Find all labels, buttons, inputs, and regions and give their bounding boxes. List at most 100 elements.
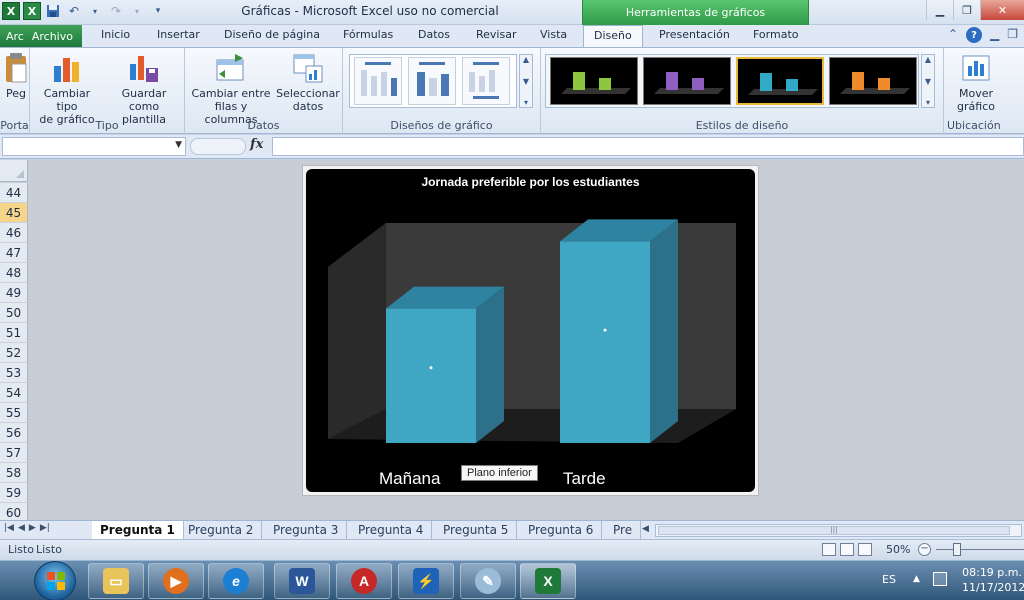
minimize-ribbon-icon[interactable]: ⌃ [948,27,958,43]
first-sheet-icon[interactable]: |◀ [4,523,14,533]
zoom-slider-track[interactable] [936,549,1024,550]
tab-diseno[interactable]: Diseño [583,25,643,48]
styles-up-icon[interactable]: ▲ [925,55,931,64]
chart-style-4[interactable] [829,57,917,105]
row-header[interactable]: 46 [0,223,28,243]
chart-styles-scroll[interactable]: ▲ ▼ ▾ [921,54,935,108]
chart-layout-3[interactable] [462,57,510,105]
row-header[interactable]: 59 [0,483,28,503]
tab-datos[interactable]: Datos [418,28,450,41]
close-button[interactable]: ✕ [980,0,1024,20]
save-as-template-button[interactable]: Guardar como plantilla [106,52,182,126]
page-layout-view-icon[interactable] [840,543,854,556]
taskbar-word[interactable]: W [274,563,330,599]
styles-down-icon[interactable]: ▼ [925,77,931,86]
taskbar-excel[interactable]: X [520,563,576,599]
system-clock[interactable]: 08:19 p.m. 11/17/2012 [962,565,1024,595]
row-header[interactable]: 51 [0,323,28,343]
chart-layout-2[interactable] [408,57,456,105]
tab-vista[interactable]: Vista [540,28,567,41]
minimize-button[interactable]: ▁ [926,0,953,20]
tab-diseno-pagina[interactable]: Diseño de página [224,28,320,41]
language-indicator[interactable]: ES [882,573,896,586]
sheet-tab[interactable]: Pregunta 2 [180,521,263,539]
insert-function-icon[interactable]: fx [250,137,263,152]
gallery-more-icon[interactable]: ▾ [524,98,528,107]
row-header[interactable]: 45 [0,203,28,223]
show-hidden-icons-icon[interactable]: ▲ [913,574,920,584]
select-all-corner[interactable] [0,160,28,182]
row-header[interactable]: 56 [0,423,28,443]
chart-area[interactable]: Jornada preferible por los estudiantes M… [306,169,755,492]
horizontal-scrollbar[interactable]: ||| [655,524,1022,537]
next-sheet-icon[interactable]: ▶ [29,523,36,533]
taskbar-paint[interactable]: ✎ [460,563,516,599]
chart-style-3[interactable] [736,57,824,105]
formula-bar-grip[interactable] [190,138,246,155]
row-header[interactable]: 55 [0,403,28,423]
category-label[interactable]: Tarde [563,469,606,489]
workbook-minimize-icon[interactable]: ▁ [990,27,999,43]
chart-layouts-scroll[interactable]: ▲ ▼ ▾ [519,54,533,108]
row-header[interactable]: 53 [0,363,28,383]
normal-view-icon[interactable] [822,543,836,556]
workbook-restore-icon[interactable]: ❐ [1007,27,1018,43]
formula-input[interactable] [272,137,1024,156]
tab-presentacion[interactable]: Presentación [659,28,730,41]
tab-formulas[interactable]: Fórmulas [343,28,393,41]
sheet-tab[interactable]: Pregunta 6 [520,521,603,539]
select-data-button[interactable]: Seleccionar datos [275,52,341,113]
name-box-dropdown-icon[interactable]: ▼ [175,140,182,150]
sheet-tab[interactable]: Pre [605,521,642,539]
sheet-tab[interactable]: Pregunta 5 [435,521,518,539]
taskbar-messenger[interactable]: ⚡ [398,563,454,599]
chart-layout-1[interactable] [354,57,402,105]
sheet-tab[interactable]: Pregunta 1 [92,521,184,539]
row-header[interactable]: 47 [0,243,28,263]
row-header[interactable]: 52 [0,343,28,363]
last-sheet-icon[interactable]: ▶| [40,523,50,533]
chart-object[interactable]: Jornada preferible por los estudiantes M… [302,165,759,496]
paste-button[interactable]: Peg [2,52,30,100]
help-icon[interactable]: ? [966,27,982,43]
row-header[interactable]: 58 [0,463,28,483]
chart-style-1[interactable] [550,57,638,105]
taskbar-explorer[interactable]: ▭ [88,563,144,599]
sheet-tab[interactable]: Pregunta 3 [265,521,348,539]
chart-style-2[interactable] [643,57,731,105]
taskbar-media-player[interactable]: ▶ [148,563,204,599]
tab-revisar[interactable]: Revisar [476,28,516,41]
row-header[interactable]: 57 [0,443,28,463]
tab-inicio[interactable]: Inicio [101,28,130,41]
restore-button[interactable]: ❐ [953,0,980,20]
row-header[interactable]: 48 [0,263,28,283]
tab-archivo[interactable]: Arc Archivo [0,25,82,47]
zoom-slider-knob[interactable] [953,543,961,556]
excel-taskbar-icon: X [535,568,561,594]
move-chart-button[interactable]: Mover gráfico [948,52,1004,113]
row-header[interactable]: 44 [0,183,28,203]
taskbar-autocad[interactable]: A [336,563,392,599]
start-button[interactable] [34,561,76,600]
sheet-tab[interactable]: Pregunta 4 [350,521,433,539]
category-label[interactable]: Mañana [379,469,440,489]
name-box[interactable]: ▼ [2,137,186,156]
tab-insertar[interactable]: Insertar [157,28,200,41]
row-header[interactable]: 54 [0,383,28,403]
row-header[interactable]: 49 [0,283,28,303]
page-break-view-icon[interactable] [858,543,872,556]
tab-split-icon[interactable]: ◀ [642,524,649,534]
styles-more-icon[interactable]: ▾ [926,98,930,107]
switch-row-column-button[interactable]: Cambiar entre filas y columnas [189,52,273,126]
prev-sheet-icon[interactable]: ◀ [18,523,25,533]
row-header[interactable]: 50 [0,303,28,323]
gallery-down-icon[interactable]: ▼ [523,77,529,86]
taskbar-internet-explorer[interactable]: e [208,563,264,599]
horizontal-scroll-thumb[interactable]: ||| [658,526,1010,535]
change-chart-type-button[interactable]: Cambiar tipo de gráfico [32,52,102,126]
zoom-level[interactable]: 50% [886,543,910,556]
zoom-out-icon[interactable]: − [918,543,931,556]
gallery-up-icon[interactable]: ▲ [523,55,529,64]
network-icon[interactable] [933,572,947,586]
tab-formato[interactable]: Formato [753,28,799,41]
